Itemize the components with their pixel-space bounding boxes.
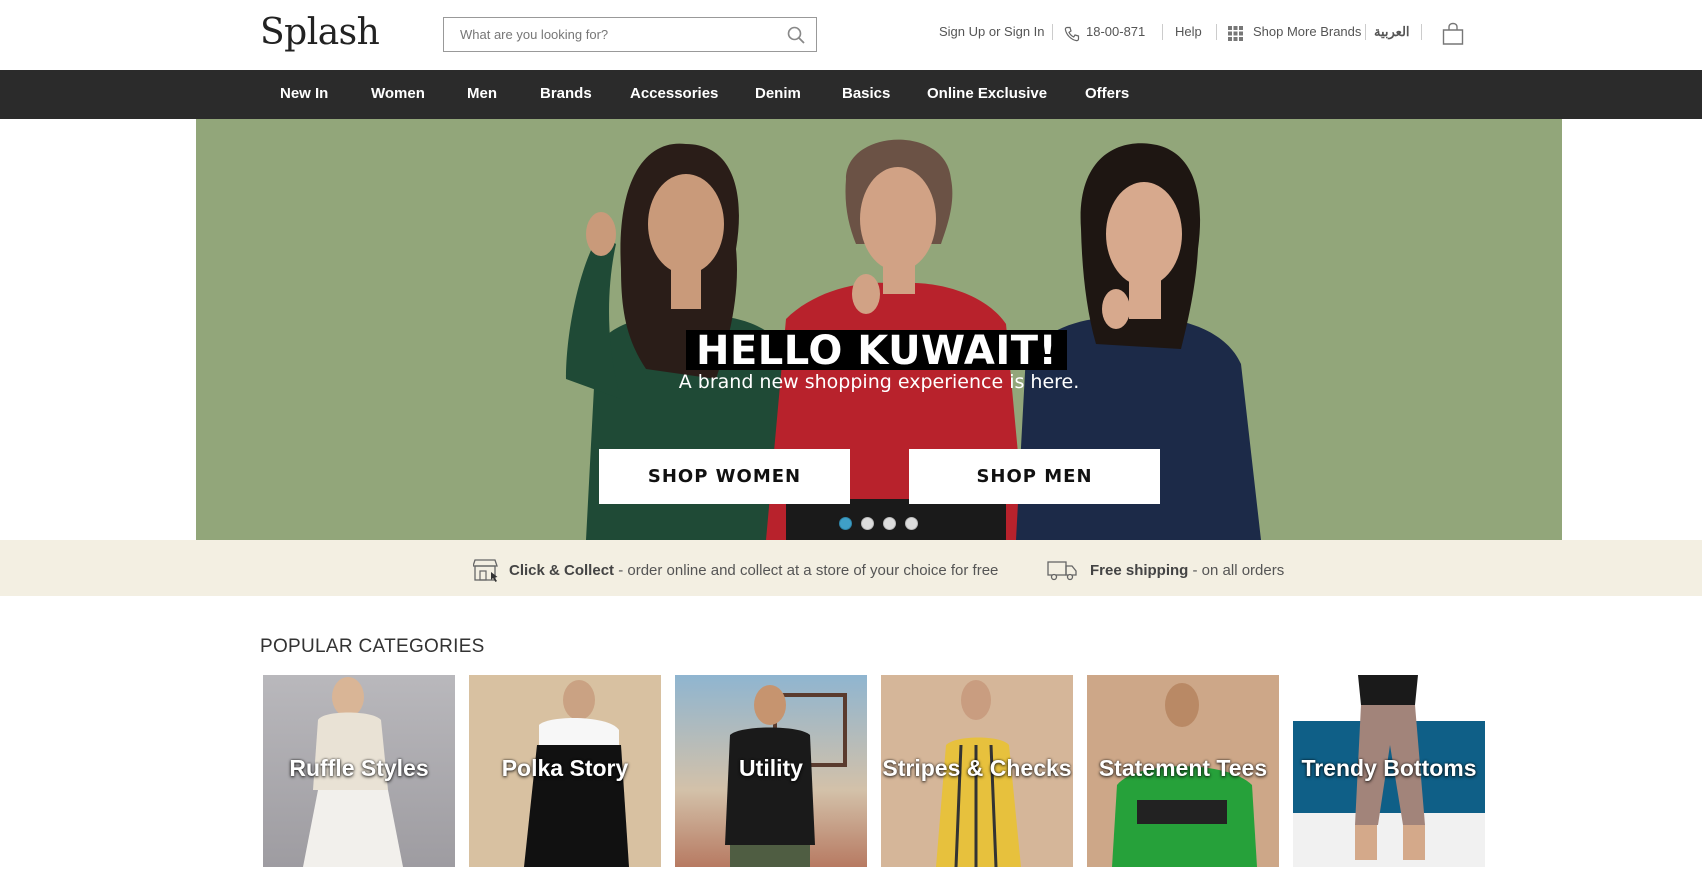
grid-icon: [1228, 26, 1243, 41]
hero-title: HELLO KUWAIT!: [686, 330, 1068, 372]
category-label: Statement Tees: [1098, 755, 1268, 781]
carousel-dot-1[interactable]: [839, 517, 852, 530]
carousel-dot-3[interactable]: [883, 517, 896, 530]
divider: [1421, 24, 1422, 40]
category-label: Trendy Bottoms: [1301, 755, 1477, 781]
truck-icon: [1047, 561, 1077, 581]
category-label: Stripes & Checks: [882, 755, 1072, 781]
category-tile-utility[interactable]: Utility: [675, 675, 867, 867]
nav-item-denim[interactable]: Denim: [755, 85, 801, 102]
free-shipping-text: - on all orders: [1188, 562, 1285, 579]
divider: [1365, 24, 1366, 40]
divider: [1052, 24, 1053, 40]
sign-in-link[interactable]: Sign Up or Sign In: [939, 24, 1045, 39]
search-input[interactable]: [444, 18, 774, 51]
service-info-bar: Click & Collect - order online and colle…: [0, 540, 1702, 596]
free-shipping-title: Free shipping: [1090, 562, 1189, 579]
click-collect-info: Click & Collect - order online and colle…: [509, 562, 998, 579]
category-tile-trendy-bottoms[interactable]: Trendy Bottoms: [1293, 675, 1485, 867]
site-header: Splash Sign Up or Sign In 18-00-871 Help…: [0, 0, 1702, 70]
main-nav: New In Women Men Brands Accessories Deni…: [0, 70, 1702, 119]
shop-more-brands-link[interactable]: Shop More Brands: [1253, 24, 1361, 39]
category-tile-statement-tees[interactable]: Statement Tees: [1087, 675, 1279, 867]
nav-item-men[interactable]: Men: [467, 85, 497, 102]
category-tile-polka-story[interactable]: Polka Story: [469, 675, 661, 867]
nav-item-accessories[interactable]: Accessories: [630, 85, 718, 102]
help-link[interactable]: Help: [1175, 24, 1202, 39]
nav-item-brands[interactable]: Brands: [540, 85, 592, 102]
shop-men-button[interactable]: SHOP MEN: [909, 449, 1160, 504]
divider: [1216, 24, 1217, 40]
language-switch[interactable]: العربية: [1374, 24, 1410, 40]
click-collect-title: Click & Collect: [509, 562, 615, 579]
carousel-dot-4[interactable]: [905, 517, 918, 530]
phone-number[interactable]: 18-00-871: [1086, 24, 1145, 39]
nav-item-online-exclusive[interactable]: Online Exclusive: [927, 85, 1047, 102]
search-icon[interactable]: [786, 25, 806, 45]
divider: [1162, 24, 1163, 40]
category-tile-stripes-checks[interactable]: Stripes & Checks: [881, 675, 1073, 867]
category-label: Polka Story: [501, 755, 629, 781]
nav-item-offers[interactable]: Offers: [1085, 85, 1129, 102]
shopping-bag-icon[interactable]: [1441, 22, 1465, 46]
hero-banner[interactable]: HELLO KUWAIT! A brand new shopping exper…: [196, 119, 1562, 540]
site-logo[interactable]: Splash: [260, 12, 380, 53]
store-icon: [473, 559, 498, 582]
category-label: Utility: [739, 755, 803, 781]
nav-item-basics[interactable]: Basics: [842, 85, 890, 102]
category-tile-ruffle-styles[interactable]: Ruffle Styles: [263, 675, 455, 867]
click-collect-text: - order online and collect at a store of…: [614, 562, 999, 579]
category-label: Ruffle Styles: [289, 755, 429, 781]
free-shipping-info: Free shipping - on all orders: [1090, 562, 1284, 579]
hero-subtitle: A brand new shopping experience is here.: [678, 371, 1080, 393]
nav-item-new-in[interactable]: New In: [280, 85, 328, 102]
popular-categories-heading: POPULAR CATEGORIES: [260, 636, 485, 657]
shop-women-button[interactable]: SHOP WOMEN: [599, 449, 850, 504]
search-box[interactable]: [443, 17, 817, 52]
phone-icon: [1064, 26, 1080, 42]
carousel-dot-2[interactable]: [861, 517, 874, 530]
nav-item-women[interactable]: Women: [371, 85, 425, 102]
